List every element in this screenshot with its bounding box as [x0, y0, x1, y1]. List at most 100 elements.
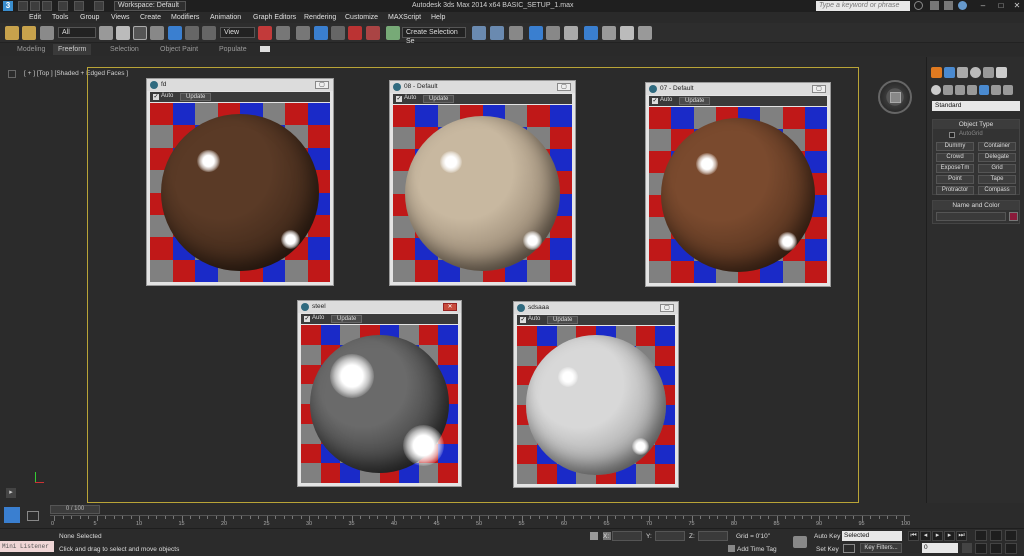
rendered-frame-window-icon[interactable]	[620, 26, 634, 40]
display-tab-icon[interactable]	[983, 67, 994, 78]
zoom-icon[interactable]	[975, 530, 987, 541]
key-filter-icon[interactable]	[843, 544, 855, 553]
key-filters-button[interactable]: Key Filters...	[860, 543, 902, 553]
schematic-view-icon[interactable]	[564, 26, 578, 40]
systems-icon[interactable]	[1003, 85, 1013, 95]
time-configuration-icon[interactable]	[4, 507, 20, 523]
protractor-button[interactable]: Protractor	[936, 186, 974, 195]
help-icon[interactable]	[958, 1, 967, 10]
previous-frame-icon[interactable]: ◂	[920, 531, 931, 541]
autogrid-checkbox[interactable]	[949, 132, 955, 138]
keyboard-shortcut-icon[interactable]	[296, 26, 310, 40]
menu-maxscript[interactable]: MAXScript	[388, 14, 421, 21]
search-icon[interactable]	[914, 1, 923, 10]
snaps-toggle-icon[interactable]	[314, 26, 328, 40]
named-selection-set-select[interactable]: Create Selection Se	[402, 27, 466, 45]
add-time-tag[interactable]: Add Time Tag	[737, 546, 777, 553]
menu-graph-editors[interactable]: Graph Editors	[253, 14, 296, 21]
time-configuration-button-icon[interactable]	[962, 543, 972, 553]
unlink-icon[interactable]	[22, 26, 36, 40]
cameras-icon[interactable]	[967, 85, 977, 95]
spinner-snap-icon[interactable]	[366, 26, 380, 40]
object-name-input[interactable]	[936, 212, 1006, 221]
open-file-icon[interactable]	[30, 1, 40, 11]
update-button[interactable]: Update	[423, 95, 455, 103]
track-bar-ruler[interactable]: 0 5 10 15 20 25 30 35 40 45 50 55 60 65 70 75 80 85 90 95 10…	[50, 515, 910, 527]
menu-edit[interactable]: Edit	[29, 14, 41, 21]
create-tab-icon[interactable]	[931, 67, 942, 78]
edit-named-selection-icon[interactable]	[386, 26, 400, 40]
close-window-button[interactable]: ▢	[812, 85, 826, 93]
rectangle-selection-icon[interactable]	[133, 26, 147, 40]
set-key-mode-icon[interactable]	[793, 536, 807, 548]
window-crossing-icon[interactable]	[150, 26, 164, 40]
reference-coordinate-select[interactable]: View	[220, 27, 255, 38]
expand-track-bar-icon[interactable]: ▸	[6, 488, 16, 498]
point-button[interactable]: Point	[936, 175, 974, 184]
modify-tab-icon[interactable]	[944, 67, 955, 78]
curve-editor-icon[interactable]	[546, 26, 560, 40]
material-editor-icon[interactable]	[584, 26, 598, 40]
tab-freeform[interactable]: Freeform	[53, 44, 92, 55]
favorites-icon[interactable]	[944, 1, 953, 10]
next-frame-icon[interactable]: ▸	[944, 531, 955, 541]
maxscript-listener[interactable]: Mini Listener	[0, 541, 54, 552]
select-object-icon[interactable]	[99, 26, 113, 40]
select-scale-icon[interactable]	[202, 26, 216, 40]
bind-space-warp-icon[interactable]	[40, 26, 54, 40]
space-warps-icon[interactable]	[991, 85, 1001, 95]
go-to-start-icon[interactable]: ⏮	[908, 531, 919, 541]
layer-manager-icon[interactable]	[509, 26, 523, 40]
geometry-icon[interactable]	[931, 85, 941, 95]
lights-icon[interactable]	[955, 85, 965, 95]
key-mode-select[interactable]: Selected	[842, 531, 902, 541]
render-production-icon[interactable]	[638, 26, 652, 40]
x-coordinate-field[interactable]	[612, 531, 642, 541]
pan-view-icon[interactable]	[990, 543, 1002, 554]
crowd-button[interactable]: Crowd	[936, 153, 974, 162]
current-frame-field[interactable]: 0	[922, 543, 958, 553]
close-window-button[interactable]: ▢	[660, 304, 674, 312]
auto-checkbox[interactable]: ✓	[153, 94, 159, 100]
y-coordinate-field[interactable]	[655, 531, 685, 541]
selection-filter-select[interactable]: All	[58, 27, 96, 38]
link-icon[interactable]	[5, 26, 19, 40]
tab-selection[interactable]: Selection	[105, 44, 144, 55]
new-file-icon[interactable]	[18, 1, 28, 11]
communication-center-icon[interactable]	[930, 1, 939, 10]
time-tag-icon[interactable]	[728, 545, 735, 552]
motion-tab-icon[interactable]	[970, 67, 981, 78]
material-preview-window[interactable]: steel ✕ ✓ Auto Update	[297, 300, 462, 487]
update-button[interactable]: Update	[331, 315, 363, 323]
play-icon[interactable]: ▸	[932, 531, 943, 541]
menu-customize[interactable]: Customize	[345, 14, 378, 21]
redo-icon[interactable]	[74, 1, 84, 11]
close-window-button[interactable]: ▢	[315, 81, 329, 89]
graphite-toggle-icon[interactable]	[529, 26, 543, 40]
select-rotate-icon[interactable]	[185, 26, 199, 40]
update-button[interactable]: Update	[679, 97, 711, 105]
app-logo-icon[interactable]: 3	[3, 1, 13, 11]
object-color-swatch[interactable]	[1009, 212, 1018, 221]
lock-selection-icon[interactable]	[590, 532, 598, 540]
menu-help[interactable]: Help	[431, 14, 445, 21]
select-manipulate-icon[interactable]	[276, 26, 290, 40]
object-type-header[interactable]: Object Type	[933, 120, 1019, 129]
percent-snap-icon[interactable]	[348, 26, 362, 40]
shapes-icon[interactable]	[943, 85, 953, 95]
time-slider[interactable]: 0 / 100	[50, 505, 100, 514]
grid-button[interactable]: Grid	[978, 164, 1016, 173]
utilities-tab-icon[interactable]	[996, 67, 1007, 78]
material-preview-window[interactable]: 08 - Default ▢ ✓ Auto Update	[389, 80, 576, 286]
exposetm-button[interactable]: ExposeTm	[936, 164, 974, 173]
set-key-button[interactable]: Set Key	[816, 546, 839, 553]
auto-key-button[interactable]: Auto Key	[814, 533, 840, 540]
menu-create[interactable]: Create	[140, 14, 161, 21]
viewport-layout-icon[interactable]	[8, 70, 16, 78]
category-select[interactable]: Standard	[932, 101, 1020, 111]
menu-tools[interactable]: Tools	[52, 14, 68, 21]
z-coordinate-field[interactable]	[698, 531, 728, 541]
workspace-select[interactable]: Workspace: Default	[114, 1, 186, 11]
container-button[interactable]: Container	[978, 142, 1016, 151]
hierarchy-tab-icon[interactable]	[957, 67, 968, 78]
